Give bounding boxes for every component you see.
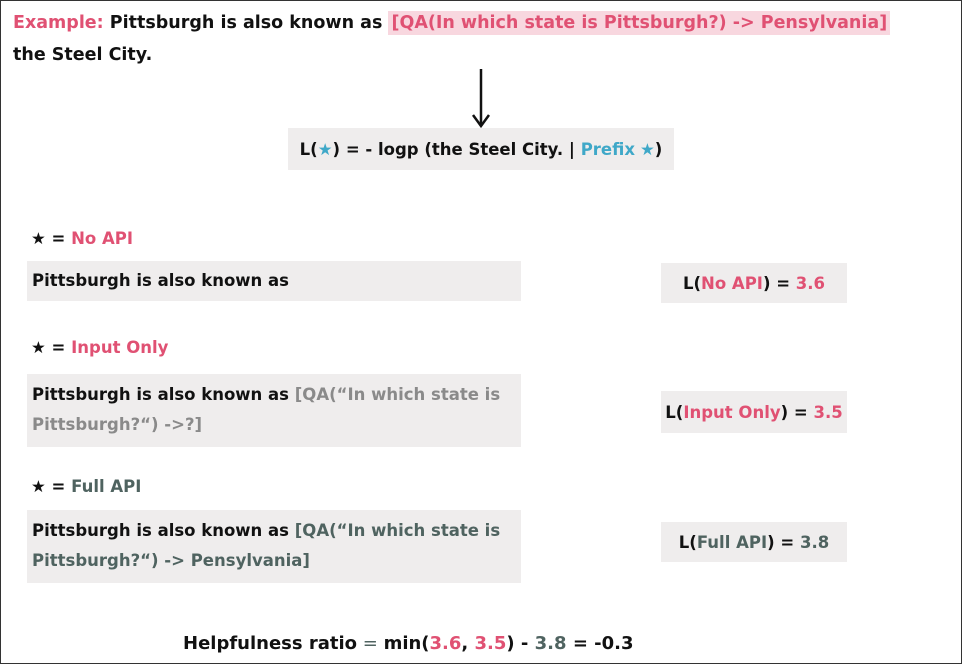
loss-box-no-api: L(No API) = 3.6 <box>661 263 847 303</box>
ratio-min-close: ) - <box>506 633 535 654</box>
example-label: Example: <box>13 13 104 33</box>
star-blue-icon: ★ <box>317 139 333 159</box>
ratio-a: 3.6 <box>429 633 462 654</box>
case-name: Full API <box>71 477 142 496</box>
loss-case-name: No API <box>701 273 763 293</box>
case-name: No API <box>71 229 134 248</box>
ratio-label: Helpfulness ratio <box>183 633 358 654</box>
formula-close: ) <box>654 139 663 159</box>
case-name: Input Only <box>71 338 169 357</box>
ratio-eq: = <box>357 633 384 654</box>
star-blue-icon-2: ★ <box>639 139 655 159</box>
ratio-b: 3.5 <box>474 633 507 654</box>
loss-open: L( <box>678 532 697 552</box>
case-eq: = <box>51 477 72 496</box>
loss-close: ) = <box>767 532 800 552</box>
case-label-no-api: ★ = No API <box>31 229 133 248</box>
down-arrow-icon <box>471 69 491 129</box>
star-icon: ★ <box>31 477 46 496</box>
loss-case-name: Full API <box>696 532 768 552</box>
loss-value: 3.5 <box>813 402 843 422</box>
loss-close: ) = <box>780 402 814 422</box>
loss-open: L( <box>665 402 684 422</box>
diagram-frame: Example: Pittsburgh is also known as [QA… <box>0 0 962 664</box>
loss-case-name: Input Only <box>683 402 781 422</box>
case-eq: = <box>51 229 72 248</box>
ratio-result: = -0.3 <box>566 633 634 654</box>
formula-lhs-close: ) = - logp (the Steel City. | <box>332 139 581 159</box>
formula-prefix: Prefix <box>580 139 635 159</box>
star-icon: ★ <box>31 338 46 357</box>
prefix-text: Pittsburgh is also known as <box>32 271 289 290</box>
case-label-full-api: ★ = Full API <box>31 477 141 496</box>
prefix-text: Pittsburgh is also known as <box>32 385 295 404</box>
prefix-text: Pittsburgh is also known as <box>32 521 295 540</box>
example-text-after: the Steel City. <box>13 45 153 65</box>
prefix-box-full-api: Pittsburgh is also known as [QA(“In whic… <box>27 510 521 583</box>
loss-open: L( <box>682 273 702 293</box>
example-api-call: [QA(In which state is Pittsburgh?) -> Pe… <box>388 11 891 35</box>
star-icon: ★ <box>31 229 46 248</box>
loss-close: ) = <box>762 273 796 293</box>
formula-lhs-open: L( <box>299 139 318 159</box>
example-line-2: the Steel City. <box>13 45 152 65</box>
example-line-1: Example: Pittsburgh is also known as [QA… <box>13 11 891 35</box>
loss-formula-box: L( ★ ) = - logp (the Steel City. | Prefi… <box>288 128 674 170</box>
loss-value: 3.6 <box>795 273 826 293</box>
case-label-input-only: ★ = Input Only <box>31 338 168 357</box>
ratio-c: 3.8 <box>534 633 567 654</box>
ratio-min-open: min( <box>383 633 430 654</box>
loss-box-input-only: L(Input Only) = 3.5 <box>661 391 847 433</box>
helpfulness-ratio: Helpfulness ratio = min(3.6, 3.5) - 3.8 … <box>183 633 634 654</box>
case-eq: = <box>51 338 72 357</box>
prefix-box-input-only: Pittsburgh is also known as [QA(“In whic… <box>27 374 521 447</box>
loss-value: 3.8 <box>799 532 830 552</box>
ratio-comma: , <box>461 633 475 654</box>
loss-box-full-api: L(Full API) = 3.8 <box>661 522 847 562</box>
prefix-box-no-api: Pittsburgh is also known as <box>27 261 521 301</box>
example-text-before: Pittsburgh is also known as <box>109 13 383 33</box>
